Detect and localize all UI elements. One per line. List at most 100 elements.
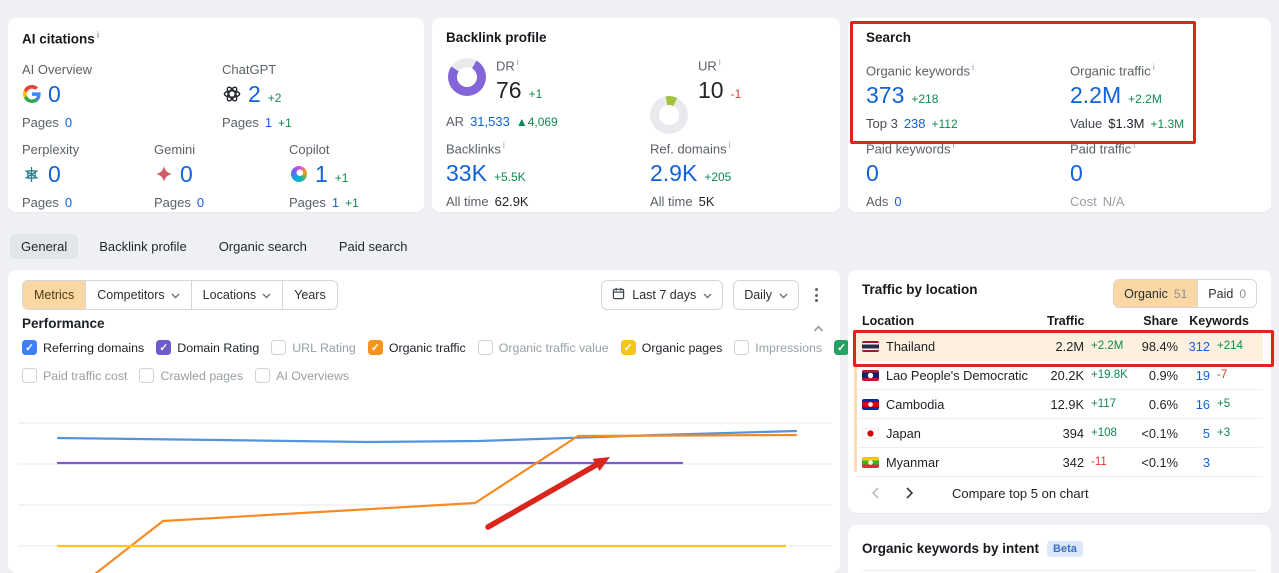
pages-value[interactable]: 1: [265, 115, 272, 130]
chevron-down-icon: [262, 288, 271, 302]
pages-value[interactable]: 0: [65, 195, 72, 210]
tab-organic-search[interactable]: Organic search: [208, 234, 318, 259]
chatgpt-block: ChatGPT 2 +2 Pages 1 +1: [222, 62, 292, 130]
ref-domains-value[interactable]: 2.9K: [650, 161, 697, 185]
granularity-button[interactable]: Daily: [733, 280, 799, 310]
traffic-value: 342: [1062, 454, 1084, 470]
ads-value[interactable]: 0: [894, 194, 901, 209]
metric-checkbox-domain-rating[interactable]: Domain Rating: [156, 340, 259, 355]
organic-keywords-change: +218: [911, 92, 939, 107]
keywords-value[interactable]: 5: [1178, 426, 1210, 441]
pages-value[interactable]: 0: [65, 115, 72, 130]
traffic-change: -11: [1091, 456, 1107, 468]
metric-checkbox-ai-overviews[interactable]: AI Overviews: [255, 368, 349, 383]
metric-label: Organic pages: [641, 340, 723, 355]
gemini-label: Gemini: [154, 142, 196, 157]
search-title: Search: [866, 30, 912, 45]
pages-value[interactable]: 1: [332, 195, 339, 210]
metric-label: URL Rating: [292, 340, 356, 355]
organic-traffic-value[interactable]: 2.2M: [1070, 83, 1121, 107]
competitors-button[interactable]: Competitors: [85, 281, 190, 309]
thailand-flag-icon: [862, 340, 879, 352]
previous-page-icon[interactable]: [862, 480, 888, 506]
next-page-icon[interactable]: [896, 480, 922, 506]
dr-donut-chart: [448, 58, 486, 96]
table-row-laos[interactable]: Lao People's Democratic Reput 20.2K +19.…: [856, 361, 1263, 390]
column-traffic: Traffic: [1047, 313, 1085, 328]
tab-paid-search[interactable]: Paid search: [328, 234, 419, 259]
years-button[interactable]: Years: [282, 281, 337, 309]
location-name: Thailand: [886, 338, 936, 354]
info-icon[interactable]: i: [972, 62, 974, 72]
more-options-icon[interactable]: [809, 282, 824, 308]
intent-title: Organic keywords by intent: [862, 541, 1040, 556]
copilot-change: +1: [334, 171, 349, 185]
top3-change: +112: [931, 117, 958, 132]
info-icon[interactable]: i: [1153, 62, 1155, 72]
traffic-value: 20.2K: [1050, 367, 1084, 383]
metric-label: AI Overviews: [276, 368, 350, 383]
paid-traffic-label: Paid traffic: [1070, 141, 1132, 157]
keywords-value[interactable]: 3: [1178, 455, 1210, 470]
metric-label: Organic traffic: [388, 340, 466, 355]
paid-keywords-label: Paid keywords: [866, 141, 951, 157]
top3-value[interactable]: 238: [904, 116, 926, 131]
traffic-change: +19.8K: [1091, 369, 1128, 381]
backlinks-value[interactable]: 33K: [446, 161, 487, 185]
organic-toggle-button[interactable]: Organic 51: [1114, 280, 1198, 307]
metric-checkbox-paid-traffic-cost[interactable]: Paid traffic cost: [22, 368, 127, 383]
paid-toggle-button[interactable]: Paid 0: [1197, 280, 1256, 307]
tab-general[interactable]: General: [10, 233, 79, 259]
info-icon[interactable]: i: [503, 140, 505, 150]
compare-top5-link[interactable]: Compare top 5 on chart: [952, 486, 1089, 501]
collapse-chevron-icon[interactable]: [813, 320, 824, 335]
ar-value[interactable]: 31,533: [470, 114, 510, 129]
organic-keywords-value[interactable]: 373: [866, 83, 904, 107]
ref-domains-label: Ref. domains: [650, 141, 727, 157]
metric-checkbox-crawled-pages[interactable]: Crawled pages: [139, 368, 243, 383]
copilot-label: Copilot: [289, 142, 330, 157]
info-icon[interactable]: i: [97, 30, 100, 40]
pages-value[interactable]: 0: [197, 195, 204, 210]
ar-row: AR 31,533 ▲4,069: [446, 114, 558, 129]
traffic-change: +117: [1091, 398, 1117, 410]
metric-label: Referring domains: [43, 340, 145, 355]
table-row-myanmar[interactable]: Myanmar 342 -11 <0.1% 3: [856, 448, 1263, 477]
backlinks-label: Backlinks: [446, 141, 501, 157]
table-row-thailand[interactable]: Thailand 2.2M +2.2M 98.4% 312 +214: [856, 332, 1263, 361]
paid-keywords-value[interactable]: 0: [866, 161, 879, 185]
keywords-value[interactable]: 312: [1178, 339, 1210, 354]
metric-checkbox-organic-pages[interactable]: Organic pages: [620, 340, 723, 355]
performance-line-chart: [18, 422, 832, 573]
tab-backlink-profile[interactable]: Backlink profile: [88, 234, 197, 259]
metric-checkbox-impressions[interactable]: Impressions: [734, 340, 822, 355]
info-icon[interactable]: i: [1133, 140, 1135, 150]
metrics-button[interactable]: Metrics: [23, 281, 86, 309]
keywords-value[interactable]: 19: [1178, 368, 1210, 383]
perplexity-icon: [22, 165, 41, 184]
metric-checkbox-url-rating[interactable]: URL Rating: [271, 340, 356, 355]
performance-heading: Performance: [22, 316, 105, 331]
metric-checkbox-referring-domains[interactable]: Referring domains: [22, 340, 144, 355]
share-value: <0.1%: [1141, 425, 1178, 441]
date-range-button[interactable]: Last 7 days: [601, 280, 724, 310]
chatgpt-label: ChatGPT: [222, 62, 277, 77]
ref-domains-change: +205: [704, 170, 732, 185]
locations-button[interactable]: Locations: [190, 281, 283, 309]
checkbox-icon: [271, 340, 287, 355]
metric-checkbox-row-2: Paid traffic cost Crawled pages AI Overv…: [22, 368, 349, 383]
keywords-value[interactable]: 16: [1178, 397, 1210, 412]
info-icon[interactable]: i: [719, 57, 721, 67]
gemini-value: 0: [180, 161, 193, 187]
metric-checkbox-organic-traffic[interactable]: Organic traffic: [367, 340, 466, 355]
copilot-value: 1: [315, 161, 328, 187]
info-icon[interactable]: i: [517, 57, 519, 67]
metric-checkbox-organic-traffic-value[interactable]: Organic traffic value: [477, 340, 609, 355]
info-icon[interactable]: i: [729, 140, 731, 150]
paid-traffic-value[interactable]: 0: [1070, 161, 1083, 185]
ai-citations-card: AI citations i AI Overview 0 Pages 0 ChatG…: [8, 18, 424, 212]
traffic-by-location-card: Traffic by location Organic 51 Paid 0 Loca…: [848, 270, 1271, 513]
table-row-japan[interactable]: Japan 394 +108 <0.1% 5 +3: [856, 419, 1263, 448]
table-row-cambodia[interactable]: Cambodia 12.9K +117 0.6% 16 +5: [856, 390, 1263, 419]
info-icon[interactable]: i: [953, 140, 955, 150]
